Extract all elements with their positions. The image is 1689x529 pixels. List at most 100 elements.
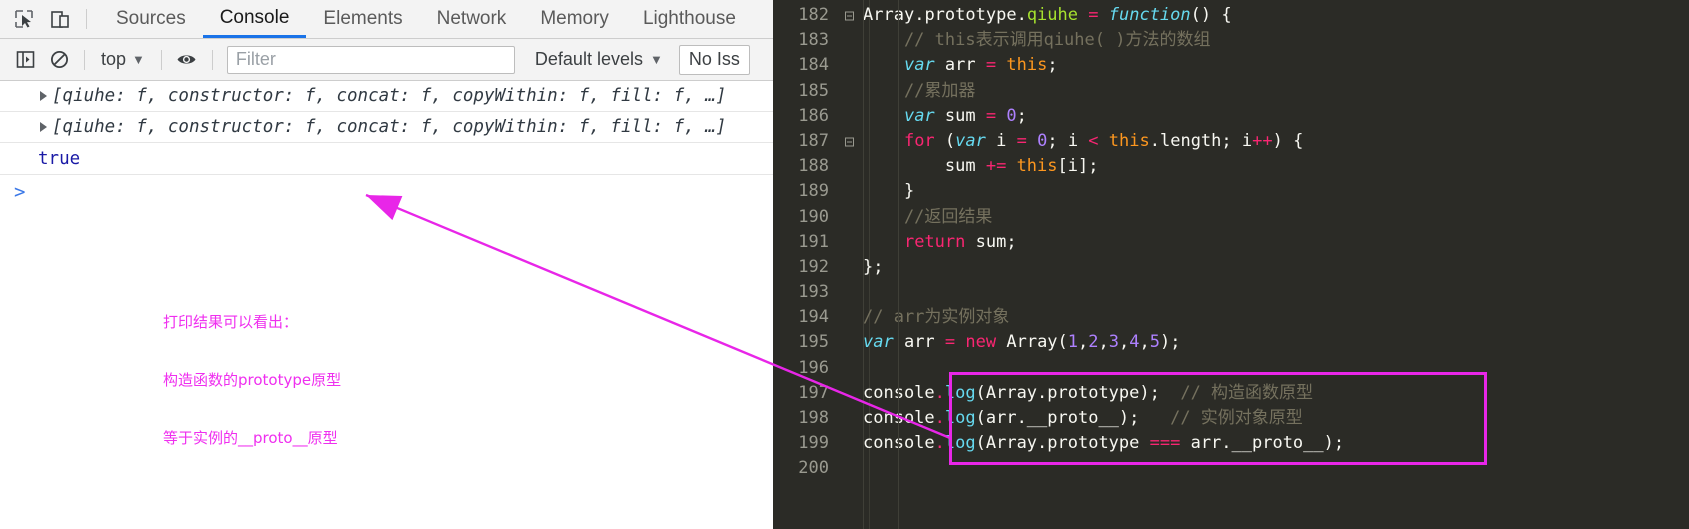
code-token: ); [1160, 332, 1181, 353]
code-token: Array [863, 5, 915, 25]
devtools-tabs: Sources Console Elements Network Memory … [99, 0, 753, 38]
code-token: , [1078, 332, 1089, 353]
code-token: 0 [1006, 105, 1017, 126]
code-token: arr.__proto__); [1180, 433, 1345, 454]
code-token: i [985, 130, 1017, 151]
code-line: Array.prototype.qiuhe = function() { [837, 3, 1689, 28]
gutter-line-number: 189 [798, 181, 829, 202]
code-token: } [863, 181, 915, 202]
code-token: // this表示调用qiuhe( )方法的数组 [863, 30, 1211, 51]
expand-triangle-icon[interactable] [40, 91, 47, 101]
execution-context-selector[interactable]: top ▼ [93, 49, 153, 70]
code-token: ; [1016, 105, 1027, 126]
code-token: // 构造函数原型 [1159, 382, 1314, 403]
code-token: return [903, 231, 966, 252]
console-row-text: [qiuhe: f, constructor: f, concat: f, co… [52, 117, 727, 137]
filterbar-divider-1 [84, 49, 85, 70]
code-token: log [944, 433, 976, 454]
code-token: 4 [1129, 332, 1140, 353]
code-line: }; [837, 255, 1689, 280]
code-token: += [985, 156, 1007, 177]
tab-console[interactable]: Console [202, 0, 307, 38]
devtools-panel: Sources Console Elements Network Memory … [0, 0, 773, 529]
code-line: return sum; [837, 230, 1689, 255]
gutter-line-number: 185 [798, 80, 829, 101]
code-token: //累加器 [863, 80, 976, 101]
annotation-line: 打印结果可以看出： [163, 312, 299, 331]
indent-guide [898, 0, 899, 529]
gutter-line-number: 186 [798, 105, 829, 126]
code-token: this [1108, 130, 1150, 151]
code-token: 0 [1037, 130, 1048, 151]
code-token: = [1088, 5, 1099, 25]
code-token: = [985, 55, 997, 76]
code-token: var [903, 105, 935, 126]
gutter-line-number: 200 [798, 458, 829, 479]
console-sidebar-icon[interactable] [8, 45, 42, 75]
code-line: } [837, 179, 1689, 204]
code-token: = [985, 105, 997, 126]
code-token: prototype [924, 5, 1017, 25]
tab-memory[interactable]: Memory [523, 0, 626, 38]
code-token: arr [893, 332, 945, 353]
prompt-caret-icon: > [14, 181, 26, 203]
code-token: .length; i [1149, 130, 1253, 151]
console-row[interactable]: [qiuhe: f, constructor: f, concat: f, co… [0, 81, 773, 112]
live-expression-icon[interactable] [170, 45, 204, 75]
editor-code-area[interactable]: Array.prototype.qiuhe = function() { // … [837, 0, 1689, 529]
code-token: (arr.__proto__); [975, 408, 1140, 428]
filterbar-divider-2 [160, 49, 162, 70]
code-token: }; [863, 256, 884, 277]
log-levels-selector[interactable]: Default levels ▼ [525, 49, 673, 70]
inspect-cursor-icon[interactable] [6, 2, 42, 36]
code-token: [i]; [1057, 156, 1099, 177]
tab-sources[interactable]: Sources [99, 0, 203, 38]
code-token: , [1098, 332, 1109, 353]
code-token: this [1016, 156, 1058, 177]
issues-button[interactable]: No Iss [678, 44, 750, 75]
code-token: // 实例对象原型 [1139, 408, 1303, 428]
editor-gutter: 182 183 184 185 186 187 188 189 190 191 192 193 194 1… [773, 0, 870, 529]
device-toolbar-icon[interactable] [42, 2, 78, 36]
gutter-line-number: 194 [798, 307, 829, 328]
console-row[interactable]: [qiuhe: f, constructor: f, concat: f, co… [0, 112, 773, 143]
devtools-tabbar: Sources Console Elements Network Memory … [0, 0, 773, 39]
code-token: === [1149, 433, 1181, 454]
console-row-text: [qiuhe: f, constructor: f, concat: f, co… [52, 86, 727, 106]
gutter-line-number: 196 [798, 357, 829, 378]
tab-lighthouse[interactable]: Lighthouse [626, 0, 753, 38]
console-filter-bar: top ▼ Filter Default levels ▼ No Iss [0, 39, 773, 81]
code-token: arr [934, 55, 986, 76]
code-token: ; [1047, 55, 1058, 76]
code-token: . [934, 433, 945, 454]
console-row-text: true [38, 148, 81, 169]
gutter-line-number: 182 [773, 3, 854, 28]
tab-network[interactable]: Network [420, 0, 524, 38]
filter-input[interactable]: Filter [226, 45, 515, 74]
clear-console-icon[interactable] [42, 45, 76, 75]
code-line: for (var i = 0; i < this.length; i++) { [837, 129, 1689, 154]
toolbar-divider [86, 9, 87, 29]
code-token: . [934, 382, 945, 403]
gutter-line-number: 193 [798, 282, 829, 303]
code-token: 1 [1067, 332, 1079, 353]
tab-elements[interactable]: Elements [306, 0, 419, 38]
code-line: var arr = this; [837, 53, 1689, 78]
code-line: //返回结果 [837, 205, 1689, 230]
code-line: sum += this[i]; [837, 154, 1689, 179]
code-token: . [1016, 5, 1027, 25]
console-prompt[interactable]: > [0, 175, 773, 209]
console-row[interactable]: true [0, 143, 773, 175]
code-line: console.log(Array.prototype); // 构造函数原型 [837, 381, 1689, 406]
annotation-line: 等于实例的__proto__原型 [163, 429, 338, 448]
code-token: 3 [1108, 332, 1120, 353]
screenshot-root: Sources Console Elements Network Memory … [0, 0, 1689, 529]
expand-triangle-icon[interactable] [40, 122, 47, 132]
code-token: = [1016, 130, 1027, 151]
